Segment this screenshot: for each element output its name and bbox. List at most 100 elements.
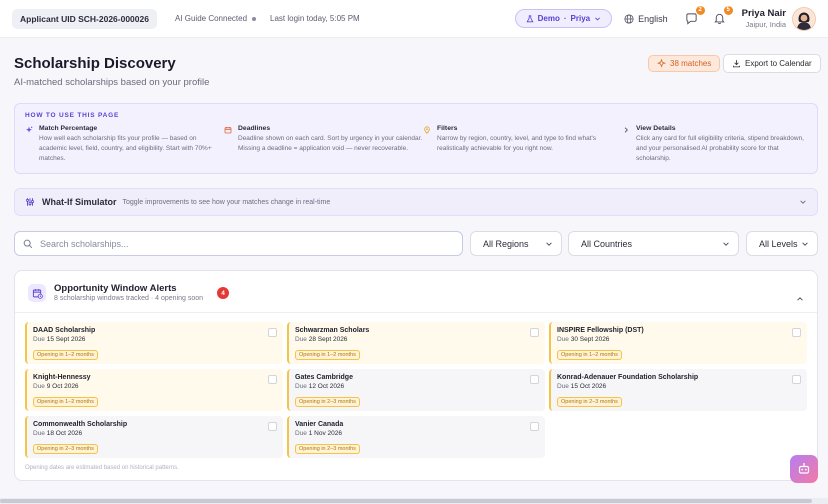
alert-card[interactable]: Schwarzman Scholars Due 28 Sept 2026 Ope…	[287, 322, 545, 364]
export-calendar-button[interactable]: Export to Calendar	[723, 54, 821, 73]
due-date: 12 Oct 2026	[308, 383, 345, 390]
ai-assistant-button[interactable]	[790, 455, 818, 483]
what-if-simulator[interactable]: What-If Simulator Toggle improvements to…	[14, 188, 818, 216]
search-box[interactable]	[14, 231, 463, 256]
alert-card[interactable]: INSPIRE Fellowship (DST) Due 30 Sept 202…	[549, 322, 807, 364]
demo-user-switcher[interactable]: Demo · Priya	[514, 9, 613, 28]
chevron-down-icon	[595, 17, 600, 21]
sparkle-icon	[657, 59, 666, 68]
region-select[interactable]: All Regions	[470, 231, 562, 256]
matches-count: 38 matches	[670, 59, 712, 68]
opening-window-badge: Opening in 1–2 months	[295, 350, 360, 360]
alerts-count-badge: 4	[217, 287, 229, 299]
alert-card[interactable]: Konrad-Adenauer Foundation Scholarship D…	[549, 369, 807, 411]
ai-guide-status: AI Guide Connected	[175, 14, 257, 23]
due-date: 15 Sept 2026	[46, 336, 86, 343]
opening-window-badge: Opening in 1–2 months	[557, 350, 622, 360]
due-date: 30 Sept 2026	[570, 336, 610, 343]
add-to-calendar-icon[interactable]	[530, 328, 539, 337]
horizontal-scrollbar[interactable]	[0, 499, 812, 503]
due-date: 15 Oct 2026	[570, 383, 607, 390]
opening-window-badge: Opening in 2–3 months	[33, 444, 98, 454]
alert-card-due: Due 1 Nov 2026	[295, 430, 539, 437]
export-label: Export to Calendar	[745, 59, 812, 68]
user-info[interactable]: Priya Nair Jaipur, India	[742, 8, 786, 29]
search-input[interactable]	[40, 238, 454, 249]
due-prefix: Due	[33, 336, 45, 343]
alerts-subtitle: 8 scholarship windows tracked · 4 openin…	[54, 295, 204, 302]
how-to-heading: Match Percentage	[39, 125, 98, 132]
chevron-up-icon	[797, 297, 803, 301]
how-to-heading: View Details	[636, 125, 676, 132]
how-to-text: Narrow by region, country, level, and ty…	[437, 135, 597, 152]
top-bar: Applicant UID SCH-2026-000026 AI Guide C…	[0, 0, 828, 38]
opening-window-badge: Opening in 2–3 months	[295, 397, 360, 407]
language-selector[interactable]: English	[624, 14, 668, 24]
due-prefix: Due	[557, 336, 569, 343]
pin-icon	[423, 126, 431, 164]
how-to-match-percentage: Match Percentage How well each scholarsh…	[25, 125, 224, 164]
alert-card[interactable]: Knight-Hennessy Due 9 Oct 2026 Opening i…	[25, 369, 283, 411]
level-select-value: All Levels	[759, 238, 798, 249]
chevron-down-icon	[546, 241, 552, 246]
robot-icon	[798, 463, 810, 474]
how-to-text: How well each scholarship fits your prof…	[39, 135, 212, 162]
due-prefix: Due	[295, 383, 307, 390]
how-to-panel: HOW TO USE THIS PAGE Match Percentage Ho…	[14, 103, 818, 174]
demo-separator: ·	[563, 14, 567, 23]
alert-card[interactable]: DAAD Scholarship Due 15 Sept 2026 Openin…	[25, 322, 283, 364]
alert-card-name: Konrad-Adenauer Foundation Scholarship	[557, 374, 699, 381]
alert-card-due: Due 15 Sept 2026	[33, 336, 277, 343]
due-prefix: Due	[33, 430, 45, 437]
collapse-alerts-button[interactable]	[796, 290, 804, 308]
bell-icon	[714, 13, 725, 25]
alert-card-name: INSPIRE Fellowship (DST)	[557, 327, 644, 334]
notifications-count-badge: 5	[723, 5, 733, 15]
add-to-calendar-icon[interactable]	[268, 328, 277, 337]
alert-card[interactable]: Commonwealth Scholarship Due 18 Oct 2026…	[25, 416, 283, 458]
globe-icon	[624, 13, 634, 24]
alert-card-due: Due 9 Oct 2026	[33, 383, 277, 390]
sliders-icon	[26, 198, 34, 206]
alert-card[interactable]: Vanier Canada Due 1 Nov 2026 Opening in …	[287, 416, 545, 458]
how-to-view-details: View Details Click any card for full eli…	[622, 125, 807, 164]
add-to-calendar-icon[interactable]	[530, 375, 539, 384]
country-select[interactable]: All Countries	[568, 231, 739, 256]
chevron-down-icon	[723, 241, 729, 246]
applicant-uid: Applicant UID SCH-2026-000026	[12, 8, 157, 29]
due-prefix: Due	[557, 383, 569, 390]
add-to-calendar-icon[interactable]	[792, 375, 801, 384]
alert-card-due: Due 12 Oct 2026	[295, 383, 539, 390]
due-prefix: Due	[295, 430, 307, 437]
alerts-title: Opportunity Window Alerts	[54, 283, 177, 294]
divider	[15, 312, 817, 313]
avatar[interactable]	[792, 6, 816, 31]
level-select[interactable]: All Levels	[746, 231, 818, 256]
language-label: English	[638, 13, 668, 24]
how-to-filters: Filters Narrow by region, country, level…	[423, 125, 622, 164]
alert-card-name: Vanier Canada	[295, 421, 344, 428]
search-icon	[23, 239, 33, 248]
add-to-calendar-icon[interactable]	[268, 422, 277, 431]
alert-card-due: Due 15 Oct 2026	[557, 383, 801, 390]
what-if-description: Toggle improvements to see how your matc…	[122, 198, 331, 206]
page-title: Scholarship Discovery	[14, 55, 176, 72]
add-to-calendar-icon[interactable]	[530, 422, 539, 431]
calendar-clock-icon	[28, 284, 46, 302]
opening-window-badge: Opening in 2–3 months	[295, 444, 360, 454]
opening-window-badge: Opening in 1–2 months	[33, 397, 98, 407]
chat-icon	[686, 13, 697, 25]
how-to-heading: Deadlines	[238, 125, 271, 132]
alert-card[interactable]: Gates Cambridge Due 12 Oct 2026 Opening …	[287, 369, 545, 411]
notifications-button[interactable]: 5	[712, 5, 733, 27]
demo-user: Priya	[570, 14, 591, 23]
how-to-text: Click any card for full eligibility crit…	[636, 135, 804, 162]
status-dot-icon	[252, 16, 257, 21]
messages-button[interactable]: 2	[684, 5, 705, 27]
add-to-calendar-icon[interactable]	[268, 375, 277, 384]
alert-card-due: Due 30 Sept 2026	[557, 336, 801, 343]
add-to-calendar-icon[interactable]	[792, 328, 801, 337]
user-avatar-icon	[793, 7, 815, 30]
alerts-footnote: Opening dates are estimated based on his…	[25, 465, 179, 471]
due-date: 28 Sept 2026	[308, 336, 348, 343]
